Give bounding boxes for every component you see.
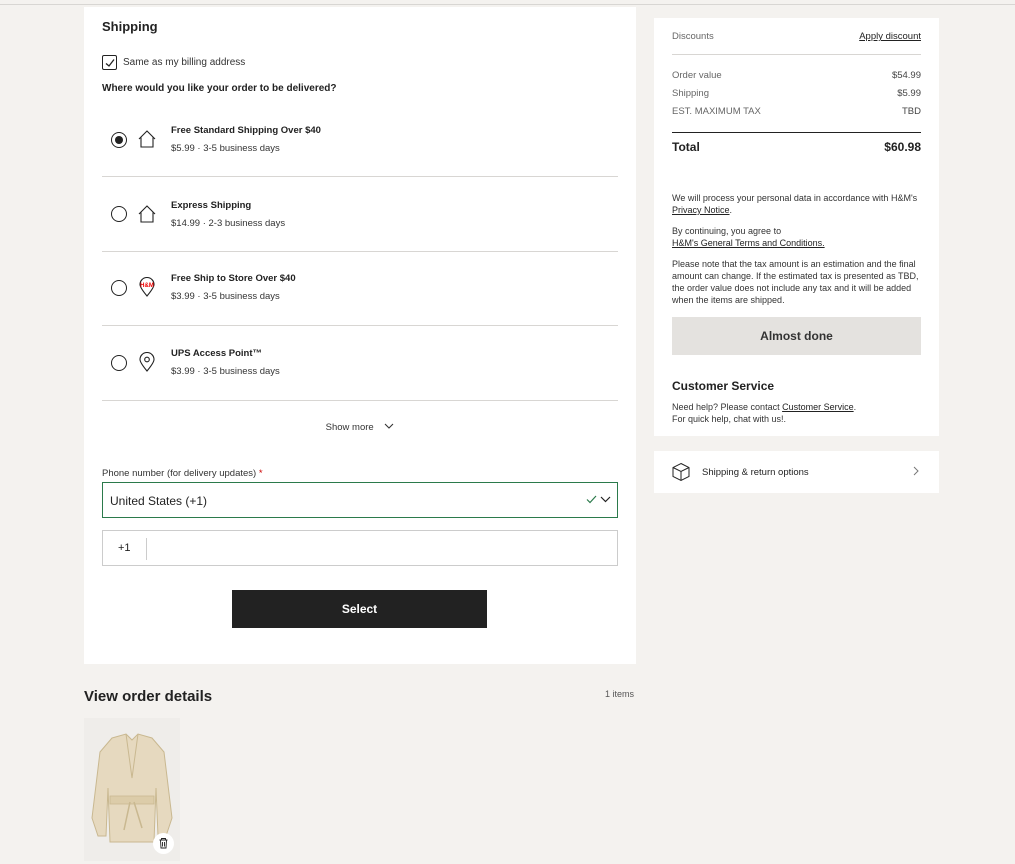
chevron-down-icon [600, 496, 611, 503]
shipping-option-ups[interactable]: UPS Access Point™ $3.99 · 3-5 business d… [102, 326, 618, 401]
show-more-button[interactable]: Show more [84, 422, 636, 433]
terms-note: By continuing, you agree to H&M's Genera… [672, 225, 922, 249]
terms-text: By continuing, you agree to [672, 226, 782, 236]
chevron-right-icon [913, 466, 919, 476]
shipping-option-detail: $5.99 · 3-5 business days [171, 143, 280, 154]
svg-text:H&M: H&M [140, 283, 154, 289]
shipping-option-name: UPS Access Point™ [171, 348, 262, 359]
billing-address-label: Same as my billing address [123, 57, 246, 68]
almost-done-button[interactable]: Almost done [672, 317, 921, 355]
shipping-option-name: Free Ship to Store Over $40 [171, 273, 296, 284]
phone-label: Phone number (for delivery updates) * [102, 468, 263, 479]
shipping-return-label: Shipping & return options [702, 467, 809, 478]
shipping-panel: Shipping Same as my billing address Wher… [84, 7, 636, 664]
tax-value: TBD [902, 106, 921, 117]
home-icon [138, 130, 156, 148]
required-mark: * [258, 468, 263, 479]
shipping-option-radio[interactable] [111, 355, 127, 371]
privacy-text: We will process your personal data in ac… [672, 193, 918, 203]
trash-icon [159, 838, 168, 849]
phone-number-field[interactable]: +1 [102, 530, 618, 566]
delivery-question: Where would you like your order to be de… [102, 83, 337, 94]
country-code-select[interactable]: United States (+1) [102, 482, 618, 518]
divider [672, 54, 921, 55]
shipping-return-options[interactable]: Shipping & return options [654, 451, 939, 493]
customer-service-title: Customer Service [672, 379, 775, 393]
phone-prefix-divider [146, 538, 147, 560]
shipping-option-detail: $3.99 · 3-5 business days [171, 366, 280, 377]
apply-discount-link[interactable]: Apply discount [859, 31, 921, 42]
home-icon [138, 205, 156, 223]
total-value: $60.98 [884, 140, 921, 154]
shipping-option-express[interactable]: Express Shipping $14.99 · 2-3 business d… [102, 177, 618, 252]
billing-address-checkbox-row[interactable]: Same as my billing address [102, 55, 245, 70]
terms-link[interactable]: H&M's General Terms and Conditions. [672, 238, 825, 248]
phone-prefix: +1 [118, 542, 131, 554]
cs-chat-text: For quick help, chat with us!. [672, 414, 787, 424]
shipping-option-name: Express Shipping [171, 200, 252, 211]
product-thumbnail[interactable] [84, 718, 180, 861]
tax-note: Please note that the tax amount is an es… [672, 259, 919, 305]
order-value-label: Order value [672, 70, 722, 81]
total-label: Total [672, 140, 700, 154]
select-button[interactable]: Select [232, 590, 487, 628]
discounts-label: Discounts [672, 31, 714, 42]
order-details-title[interactable]: View order details [84, 688, 212, 705]
customer-service-link[interactable]: Customer Service [782, 402, 854, 412]
hm-store-pin-icon: H&M [139, 277, 155, 297]
shipping-option-store[interactable]: H&M Free Ship to Store Over $40 $3.99 · … [102, 251, 618, 326]
billing-address-checkbox[interactable] [102, 55, 117, 70]
shipping-option-detail: $3.99 · 3-5 business days [171, 291, 280, 302]
shipping-option-radio[interactable] [111, 280, 127, 296]
shipping-option-name: Free Standard Shipping Over $40 [171, 125, 321, 136]
shipping-option-detail: $14.99 · 2-3 business days [171, 218, 286, 229]
shipping-title: Shipping [102, 19, 158, 34]
order-value: $54.99 [891, 70, 921, 81]
country-code-value: United States (+1) [110, 494, 208, 508]
order-item-count: 1 items [605, 689, 635, 699]
tax-label: EST. MAXIMUM TAX [672, 106, 761, 117]
top-divider [0, 4, 1015, 5]
privacy-note: We will process your personal data in ac… [672, 193, 918, 215]
valid-check-icon [586, 495, 597, 504]
show-more-label: Show more [325, 422, 374, 433]
location-pin-icon [139, 352, 155, 372]
privacy-notice-link[interactable]: Privacy Notice [672, 205, 730, 215]
shipping-option-radio[interactable] [111, 206, 127, 222]
remove-item-button[interactable] [153, 833, 174, 854]
order-summary-card: Discounts Apply discount Order value $54… [654, 18, 939, 436]
package-icon [672, 462, 690, 482]
cs-text: Need help? Please contact [672, 402, 780, 412]
total-divider [672, 132, 921, 133]
shipping-option-radio[interactable] [111, 132, 127, 148]
shipping-option-standard[interactable]: Free Standard Shipping Over $40 $5.99 · … [102, 102, 618, 177]
shipping-cost-value: $5.99 [897, 88, 921, 99]
phone-label-text: Phone number (for delivery updates) [102, 468, 257, 479]
shipping-cost-label: Shipping [672, 88, 709, 99]
chevron-down-icon [384, 423, 394, 429]
customer-service-note: Need help? Please contact Customer Servi… [672, 402, 857, 424]
checkmark-icon [105, 59, 115, 67]
